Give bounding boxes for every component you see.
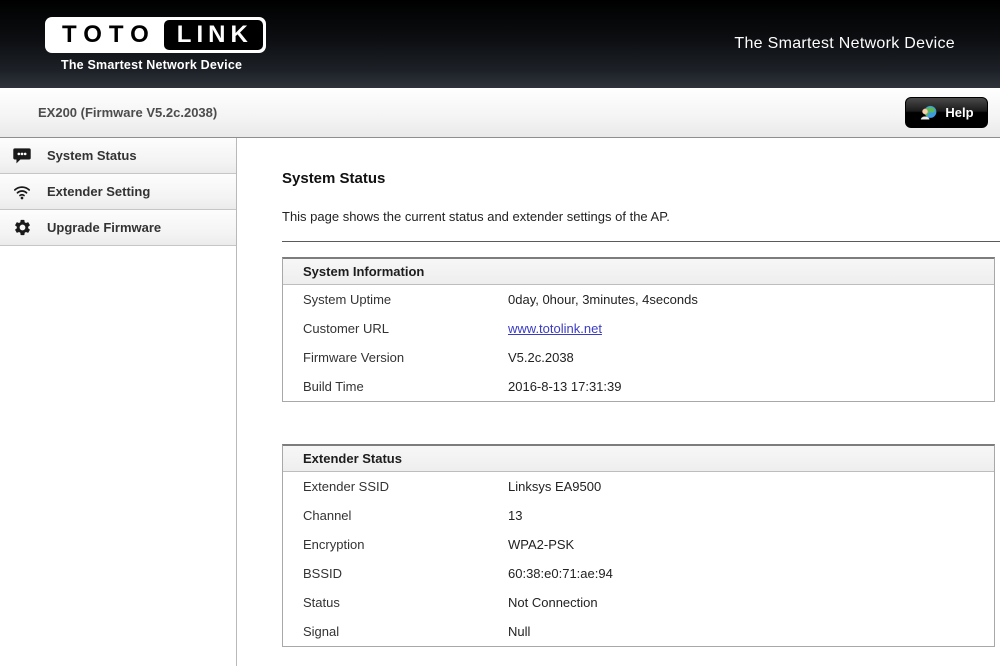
top-header: TOTO LINK The Smartest Network Device Th…: [0, 0, 1000, 88]
row-value-channel: 13: [508, 508, 522, 523]
panel-body: Extender SSIDLinksys EA9500Channel13Encr…: [283, 472, 994, 646]
row-value-customer-url: www.totolink.net: [508, 321, 602, 336]
sidebar-item-label: Extender Setting: [47, 184, 150, 199]
table-row: StatusNot Connection: [283, 588, 994, 617]
sidebar-nav: System Status Extender Setting Upgrade Fir…: [0, 138, 237, 666]
brand-block: TOTO LINK The Smartest Network Device: [45, 17, 266, 72]
header-tagline: The Smartest Network Device: [734, 35, 955, 53]
row-label-system-uptime: System Uptime: [283, 292, 508, 307]
help-button[interactable]: Help: [905, 97, 988, 128]
row-label-bssid: BSSID: [283, 566, 508, 581]
row-label-firmware-version: Firmware Version: [283, 350, 508, 365]
row-value-firmware-version: V5.2c.2038: [508, 350, 574, 365]
sidebar-item-label: Upgrade Firmware: [47, 220, 161, 235]
row-label-status: Status: [283, 595, 508, 610]
panel-body: System Uptime0day, 0hour, 3minutes, 4sec…: [283, 285, 994, 401]
row-value-build-time: 2016-8-13 17:31:39: [508, 379, 621, 394]
table-row: Build Time2016-8-13 17:31:39: [283, 372, 994, 401]
row-label-channel: Channel: [283, 508, 508, 523]
customer-url-link[interactable]: www.totolink.net: [508, 321, 602, 336]
page-title: System Status: [282, 170, 995, 187]
row-label-build-time: Build Time: [283, 379, 508, 394]
table-row: Firmware VersionV5.2c.2038: [283, 343, 994, 372]
chat-icon: [12, 146, 32, 166]
panel-title: System Information: [283, 259, 994, 285]
row-value-system-uptime: 0day, 0hour, 3minutes, 4seconds: [508, 292, 698, 307]
table-row: SignalNull: [283, 617, 994, 646]
table-row: System Uptime0day, 0hour, 3minutes, 4sec…: [283, 285, 994, 314]
wifi-icon: [12, 182, 32, 202]
table-row: EncryptionWPA2-PSK: [283, 530, 994, 559]
logo-link-text: LINK: [164, 20, 263, 50]
toolbar: EX200 (Firmware V5.2c.2038) Help: [0, 88, 1000, 138]
row-label-encryption: Encryption: [283, 537, 508, 552]
logo-toto-text: TOTO: [48, 20, 164, 50]
panel-system-information: System InformationSystem Uptime0day, 0ho…: [282, 257, 995, 402]
table-row: BSSID60:38:e0:71:ae:94: [283, 559, 994, 588]
panel-extender-status: Extender StatusExtender SSIDLinksys EA95…: [282, 444, 995, 647]
row-value-encryption: WPA2-PSK: [508, 537, 574, 552]
page: TOTO LINK The Smartest Network Device Th…: [0, 0, 1000, 666]
row-value-signal: Null: [508, 624, 530, 639]
content-divider: [282, 241, 1000, 242]
row-label-signal: Signal: [283, 624, 508, 639]
main-content: System Status This page shows the curren…: [237, 138, 1000, 666]
page-description: This page shows the current status and e…: [282, 209, 995, 224]
gear-icon: [12, 218, 32, 238]
row-label-extender-ssid: Extender SSID: [283, 479, 508, 494]
row-value-bssid: 60:38:e0:71:ae:94: [508, 566, 613, 581]
table-row: Customer URLwww.totolink.net: [283, 314, 994, 343]
body-row: System Status Extender Setting Upgrade Fir…: [0, 138, 1000, 666]
totolink-logo: TOTO LINK: [45, 17, 266, 53]
logo-tagline: The Smartest Network Device: [61, 58, 266, 72]
table-row: Channel13: [283, 501, 994, 530]
sidebar-item-label: System Status: [47, 148, 137, 163]
panel-title: Extender Status: [283, 446, 994, 472]
device-firmware-label: EX200 (Firmware V5.2c.2038): [38, 105, 217, 120]
row-value-extender-ssid: Linksys EA9500: [508, 479, 601, 494]
help-person-globe-icon: [919, 104, 938, 122]
row-value-status: Not Connection: [508, 595, 598, 610]
row-label-customer-url: Customer URL: [283, 321, 508, 336]
panels-container: System InformationSystem Uptime0day, 0ho…: [282, 257, 995, 647]
sidebar-item-upgrade-firmware[interactable]: Upgrade Firmware: [0, 210, 236, 246]
table-row: Extender SSIDLinksys EA9500: [283, 472, 994, 501]
sidebar-item-extender-setting[interactable]: Extender Setting: [0, 174, 236, 210]
help-button-label: Help: [945, 105, 973, 120]
sidebar-item-system-status[interactable]: System Status: [0, 138, 236, 174]
